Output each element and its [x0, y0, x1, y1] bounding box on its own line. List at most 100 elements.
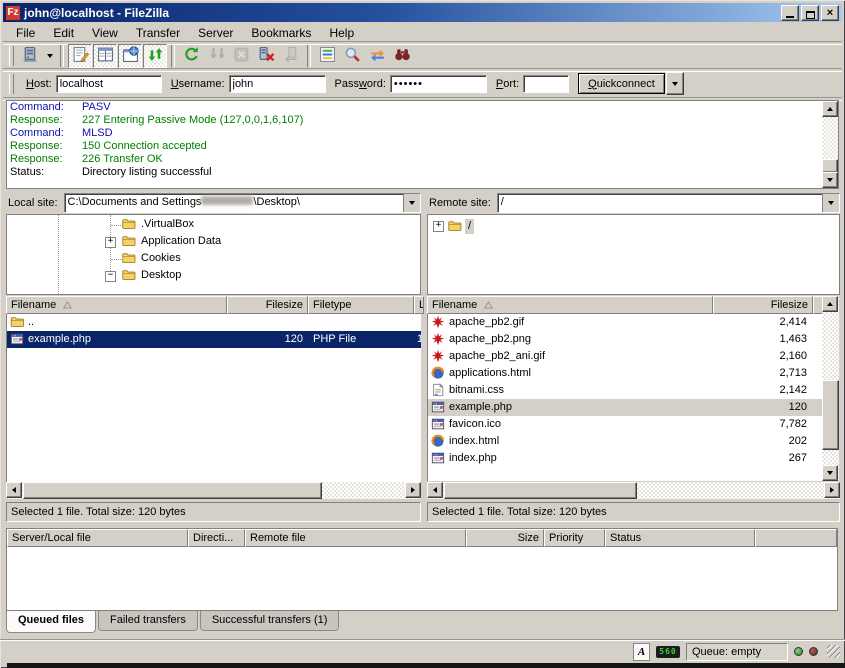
file-row[interactable]: favicon.ico7,782	[428, 416, 822, 433]
toolbar-grip[interactable]	[9, 46, 14, 66]
reconnect-button[interactable]	[279, 44, 303, 68]
site-manager-dropdown[interactable]	[43, 44, 56, 68]
process-queue-button[interactable]	[204, 44, 228, 68]
toggle-queue-button[interactable]	[143, 44, 167, 68]
remote-path-combobox[interactable]: /	[497, 193, 840, 213]
resize-grip[interactable]	[827, 645, 840, 658]
remote-path-dropdown-button[interactable]	[822, 194, 839, 212]
site-manager-button[interactable]	[18, 44, 42, 68]
file-row[interactable]: index.php267	[428, 450, 822, 467]
tab-successful-transfers-1-[interactable]: Successful transfers (1)	[200, 611, 340, 631]
scroll-up-button[interactable]	[822, 101, 838, 117]
column-header-priority[interactable]: Priority	[544, 529, 605, 547]
data-type-indicator-icon[interactable]: A	[633, 643, 650, 661]
log-line-label: Command:	[10, 101, 82, 114]
refresh-button[interactable]	[179, 44, 203, 68]
quickconnect-dropdown-button[interactable]	[666, 72, 684, 95]
folder-file-icon	[10, 315, 24, 329]
column-header-filler[interactable]	[755, 529, 837, 547]
remote-path-value[interactable]: /	[498, 194, 822, 212]
file-row[interactable]: index.html202	[428, 433, 822, 450]
file-row[interactable]: applications.html2,713	[428, 365, 822, 382]
toggle-local-tree-button[interactable]	[93, 44, 117, 68]
scroll-thumb[interactable]	[23, 482, 322, 499]
file-search-button[interactable]	[340, 44, 364, 68]
file-row[interactable]: ..	[7, 314, 421, 331]
tree-item-root[interactable]: /	[465, 219, 474, 234]
remote-horizontal-scrollbar[interactable]	[427, 482, 840, 499]
column-header-remote-file[interactable]: Remote file	[245, 529, 466, 547]
scroll-right-button[interactable]	[824, 482, 840, 498]
toggle-remote-tree-button[interactable]	[118, 44, 142, 68]
scroll-thumb[interactable]	[822, 159, 838, 173]
port-field[interactable]	[523, 75, 569, 93]
column-header-filename[interactable]: Filename	[427, 296, 713, 314]
quickconnect-grip[interactable]	[9, 74, 14, 94]
menu-edit[interactable]: Edit	[44, 24, 83, 42]
tab-queued-files[interactable]: Queued files	[6, 611, 96, 633]
compare-directories-button[interactable]	[390, 44, 414, 68]
scroll-down-button[interactable]	[822, 465, 838, 481]
menu-file[interactable]: File	[7, 24, 44, 42]
sync-browsing-button[interactable]	[365, 44, 389, 68]
username-field[interactable]	[229, 75, 326, 93]
file-row[interactable]: bitnami.css2,142	[428, 382, 822, 399]
tree-item-cookies[interactable]: Cookies	[138, 251, 184, 266]
column-header-filetype[interactable]: Filetype	[308, 296, 414, 314]
column-header-filename[interactable]: Filename	[6, 296, 227, 314]
local-path-value[interactable]: C:\Documents and Settings\Desktop\	[65, 194, 403, 212]
column-header-status[interactable]: Status	[605, 529, 755, 547]
column-header-filler[interactable]: L	[414, 296, 424, 314]
file-row[interactable]: example.php120PHP File1	[7, 331, 421, 348]
scroll-left-button[interactable]	[427, 482, 443, 498]
minimize-button[interactable]	[781, 5, 799, 21]
quickconnect-button[interactable]: Quickconnect	[578, 73, 665, 94]
column-header-server-local-file[interactable]: Server/Local file	[7, 529, 188, 547]
file-row[interactable]: apache_pb2_ani.gif2,160	[428, 348, 822, 365]
tree-expander-minus-icon[interactable]: −	[105, 271, 116, 282]
column-header-filesize[interactable]: Filesize	[713, 296, 813, 314]
speed-limit-indicator-icon[interactable]: 560	[656, 646, 680, 658]
menu-help[interactable]: Help	[320, 24, 363, 42]
menu-server[interactable]: Server	[189, 24, 242, 42]
local-horizontal-scrollbar[interactable]	[6, 482, 421, 499]
password-field[interactable]	[390, 75, 487, 93]
column-header-directi-[interactable]: Directi...	[188, 529, 245, 547]
toggle-message-log-button[interactable]	[68, 44, 92, 68]
scroll-thumb[interactable]	[444, 482, 637, 499]
scroll-right-button[interactable]	[405, 482, 421, 498]
toggle-log-icon	[72, 46, 89, 66]
file-row[interactable]: example.php120	[428, 399, 822, 416]
tree-item-application-data[interactable]: Application Data	[138, 234, 224, 249]
remote-vertical-scrollbar[interactable]	[822, 296, 839, 481]
remote-file-list-body[interactable]: apache_pb2.gif2,414apache_pb2.png1,463ap…	[427, 314, 822, 481]
tree-item--virtualbox[interactable]: .VirtualBox	[138, 217, 197, 232]
menu-view[interactable]: View	[83, 24, 127, 42]
column-header-filesize[interactable]: Filesize	[227, 296, 308, 314]
redacted-username	[201, 196, 253, 205]
scroll-thumb[interactable]	[822, 380, 839, 450]
log-line: Response:226 Transfer OK	[7, 153, 838, 166]
file-row[interactable]: apache_pb2.gif2,414	[428, 314, 822, 331]
column-header-size[interactable]: Size	[466, 529, 544, 547]
local-file-list-body[interactable]: ..example.php120PHP File1	[6, 314, 421, 482]
host-field[interactable]	[56, 75, 162, 93]
tab-failed-transfers[interactable]: Failed transfers	[98, 611, 198, 631]
scroll-left-button[interactable]	[6, 482, 22, 498]
menu-transfer[interactable]: Transfer	[127, 24, 189, 42]
menu-bookmarks[interactable]: Bookmarks	[242, 24, 320, 42]
local-path-dropdown-button[interactable]	[403, 194, 420, 212]
message-log-scrollbar[interactable]	[822, 101, 838, 188]
tree-expander-plus-icon[interactable]: +	[105, 237, 116, 248]
scroll-up-button[interactable]	[822, 296, 838, 312]
tree-expander-plus-icon[interactable]: +	[433, 221, 444, 232]
scroll-down-button[interactable]	[822, 172, 838, 188]
local-path-combobox[interactable]: C:\Documents and Settings\Desktop\	[64, 193, 421, 213]
disconnect-button[interactable]	[254, 44, 278, 68]
close-button[interactable]: ×	[821, 5, 839, 21]
cancel-operation-button[interactable]	[229, 44, 253, 68]
tree-item-desktop[interactable]: Desktop	[138, 268, 184, 283]
file-row[interactable]: apache_pb2.png1,463	[428, 331, 822, 348]
filter-button[interactable]	[315, 44, 339, 68]
maximize-button[interactable]	[801, 5, 819, 21]
